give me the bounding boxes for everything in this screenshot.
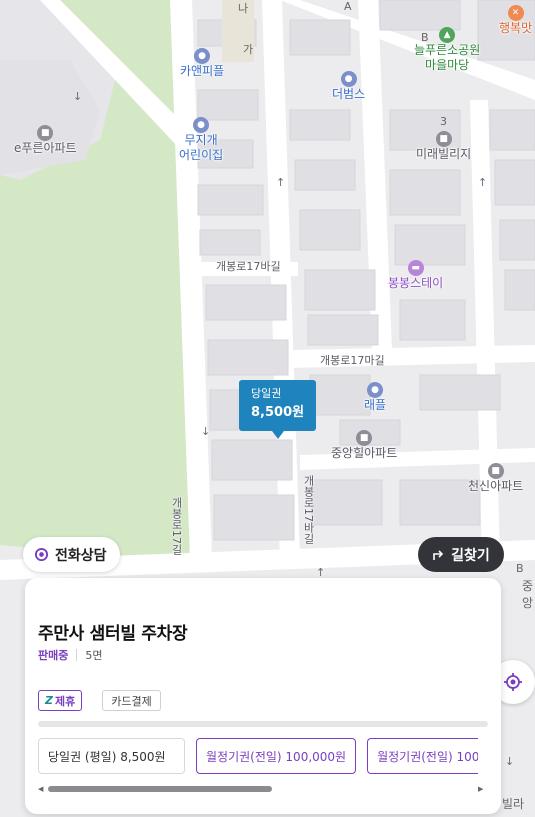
scroll-thumb[interactable] <box>48 786 272 792</box>
poi-mirae[interactable]: ■ 미래빌리지 <box>416 131 471 162</box>
poi-label: e푸른아파트 <box>14 141 77 155</box>
divider <box>76 649 78 661</box>
poi-raepeul[interactable]: ● 래플 <box>364 382 386 413</box>
restaurant-icon: ✕ <box>507 5 524 21</box>
ticket-monthly[interactable]: 월정기권(전일) 100,000원 <box>196 738 357 774</box>
parking-lot-name: 주만사 샘터빌 주차장 <box>38 624 188 644</box>
apartment-icon: ■ <box>37 125 54 141</box>
scroll-right-icon[interactable]: ▶ <box>478 785 488 793</box>
road-label: 개봉로17길 <box>170 497 183 555</box>
poi-label: 어린이집 <box>179 148 224 162</box>
poi-label: 마을마당 <box>425 58 470 72</box>
place-icon: ● <box>367 382 384 398</box>
scroll-left-icon[interactable]: ◀ <box>38 785 48 793</box>
poi-bongbong[interactable]: ▬ 봉봉스테이 <box>388 260 443 291</box>
ticket-day-weekday[interactable]: 당일권 (평일) 8,500원 <box>38 738 185 774</box>
road-label: 개봉로17바길 <box>216 260 281 273</box>
poi-label: 무지개 <box>184 133 218 147</box>
oneway-arrow-icon: ↓ <box>505 755 515 768</box>
poi-park[interactable]: ▲ 늘푸른소공원 마을마당 <box>414 27 480 73</box>
poi-jungang-apt[interactable]: ■ 중앙힐아파트 <box>331 430 397 461</box>
poi-label: 미래빌리지 <box>416 147 472 161</box>
road-label: 개봉로17마길 <box>320 354 385 367</box>
map-small-label-bottom: 빌라 <box>502 797 525 811</box>
partner-tag: Z 제휴 <box>38 690 83 711</box>
ticket-label: 월정기권(전일) 100 <box>377 749 479 764</box>
map-small-label-na: 나 <box>238 2 249 15</box>
poi-label: 행복맛 <box>499 21 533 35</box>
apartment-icon: ■ <box>435 131 452 147</box>
poi-epureun-apt[interactable]: ■ e푸른아파트 <box>14 125 77 156</box>
poi-haengbok[interactable]: ✕ 행복맛 <box>499 5 532 36</box>
poi-mujigae[interactable]: ● 무지개 어린이집 <box>179 117 223 163</box>
ticket-label: 월정기권(전일) 100,000원 <box>206 749 347 764</box>
phone-consult-label: 전화상담 <box>55 547 107 564</box>
oneway-arrow-icon: ↑ <box>276 176 286 189</box>
card-payment-tag: 카드결제 <box>102 690 161 711</box>
map-small-label-jung: 중앙 <box>522 579 534 610</box>
marker-price: 8,500원 <box>251 405 305 420</box>
lodging-icon: ▬ <box>407 260 424 276</box>
poi-deobeomseu[interactable]: ● 더범스 <box>332 71 365 102</box>
space-count: 5면 <box>85 649 103 662</box>
apartment-icon: ■ <box>356 430 373 446</box>
map-small-label-ga: 가 <box>243 43 254 56</box>
turn-right-icon <box>433 550 444 560</box>
partner-tag-label: 제휴 <box>54 694 76 708</box>
poi-cheonsin-apt[interactable]: ■ 천신아파트 <box>468 463 523 494</box>
ticket-label: 당일권 (평일) 8,500원 <box>48 749 166 764</box>
ticket-list[interactable]: 당일권 (평일) 8,500원 월정기권(전일) 100,000원 월정기권(전… <box>38 738 479 774</box>
map-small-label-3: 3 <box>440 115 447 128</box>
oneway-arrow-icon: ↓ <box>73 90 83 103</box>
poi-label: 더범스 <box>332 87 366 101</box>
lot-status-row: 판매중 5면 <box>38 647 103 663</box>
road-label: 개봉로17바길 <box>302 475 315 544</box>
phone-consult-button[interactable]: 전화상담 <box>23 537 120 572</box>
poi-label: 카앤피플 <box>180 64 225 78</box>
poi-carpeople[interactable]: ● 카앤피플 <box>180 48 224 79</box>
map-small-label-b2: B <box>516 562 524 575</box>
poi-label: 봉봉스테이 <box>388 276 444 290</box>
place-icon: ● <box>340 71 357 87</box>
tree-icon: ▲ <box>439 27 456 43</box>
childcare-icon: ● <box>193 117 210 133</box>
oneway-arrow-icon: ↓ <box>201 425 211 438</box>
parking-price-marker[interactable]: 당일권 8,500원 <box>239 380 316 439</box>
directions-button[interactable]: 길찾기 <box>418 537 504 572</box>
section-divider <box>38 721 488 727</box>
sale-status: 판매중 <box>38 649 69 662</box>
ticket-monthly-2[interactable]: 월정기권(전일) 100 <box>367 738 479 774</box>
poi-icon: ● <box>194 48 211 64</box>
card-payment-label: 카드결제 <box>111 694 152 708</box>
directions-label: 길찾기 <box>451 547 490 564</box>
oneway-arrow-icon: ↑ <box>478 176 488 189</box>
headset-icon <box>34 547 49 562</box>
apartment-icon: ■ <box>487 463 504 479</box>
marker-ticket-type: 당일권 <box>251 387 282 400</box>
feature-tags: Z 제휴 카드결제 <box>38 690 161 711</box>
location-target-icon <box>504 673 522 691</box>
partner-logo-icon: Z <box>45 694 53 707</box>
ticket-scrollbar[interactable]: ◀ ▶ <box>38 784 488 794</box>
poi-label: 늘푸른소공원 <box>414 43 481 57</box>
poi-label: 중앙힐아파트 <box>331 446 398 460</box>
map-small-label-a: A <box>344 0 352 13</box>
scroll-track <box>48 786 478 792</box>
parking-lot-sheet[interactable]: 주만사 샘터빌 주차장 판매중 5면 Z 제휴 카드결제 당일권 (평일) 8,… <box>25 578 501 814</box>
poi-label: 천신아파트 <box>468 479 524 493</box>
poi-label: 래플 <box>364 398 387 412</box>
